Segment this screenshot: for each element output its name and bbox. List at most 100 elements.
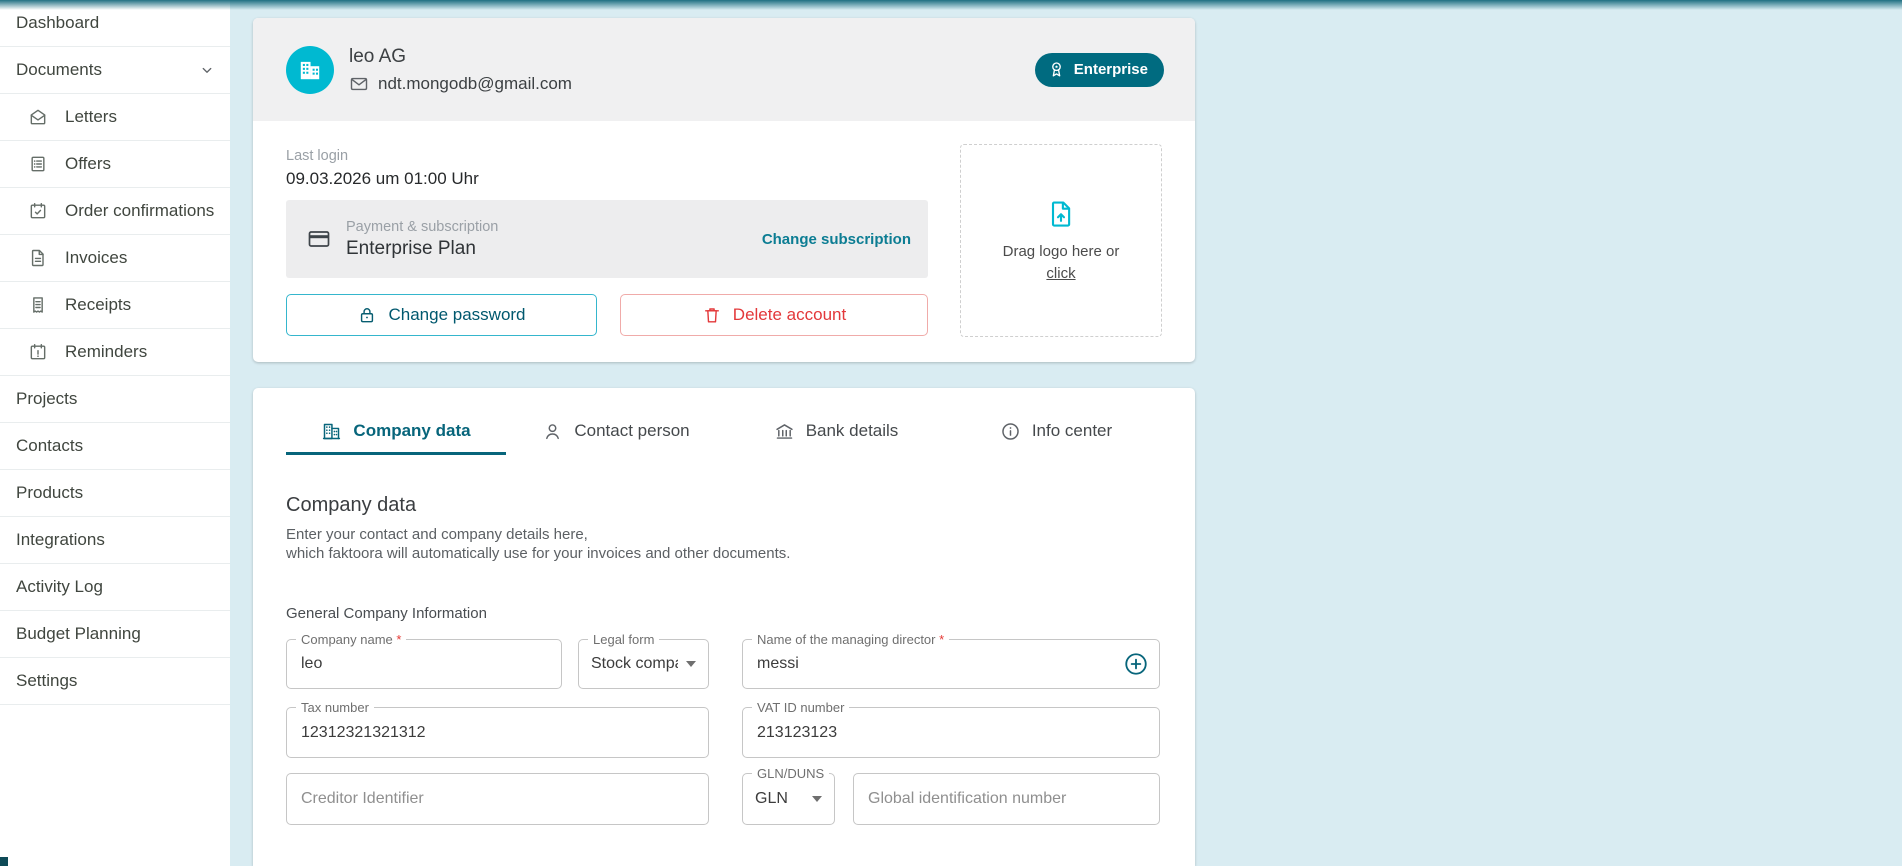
creditor-identifier-input[interactable]: [287, 774, 708, 824]
tab-info-center[interactable]: Info center: [946, 410, 1166, 455]
account-email: ndt.mongodb@gmail.com: [378, 74, 572, 94]
delete-account-label: Delete account: [733, 305, 846, 325]
company-data-description: Enter your contact and company details h…: [286, 525, 790, 563]
account-header: leo AG ndt.mongodb@gmail.com Enterprise: [253, 18, 1195, 121]
person-icon: [542, 421, 563, 442]
gln-duns-field-label: GLN/DUNS: [752, 766, 829, 781]
plan-badge[interactable]: Enterprise: [1035, 53, 1164, 87]
sidebar-item-reminders[interactable]: Reminders: [0, 329, 230, 376]
sidebar-item-offers[interactable]: Offers: [0, 141, 230, 188]
plan-badge-label: Enterprise: [1074, 61, 1148, 78]
company-settings-card: Company data Contact person Bank details…: [253, 388, 1195, 866]
tab-label: Company data: [353, 421, 470, 441]
sidebar-item-products[interactable]: Products: [0, 470, 230, 517]
sidebar-item-invoices[interactable]: Invoices: [0, 235, 230, 282]
account-card: leo AG ndt.mongodb@gmail.com Enterprise …: [253, 18, 1195, 362]
mail-icon: [349, 74, 369, 94]
dropzone-click-link[interactable]: click: [1046, 265, 1075, 282]
sidebar-item-label: Projects: [16, 389, 216, 409]
tab-label: Bank details: [806, 421, 899, 441]
sidebar-item-label: Documents: [16, 60, 198, 80]
dropdown-caret-icon: [686, 661, 696, 667]
tab-contact-person[interactable]: Contact person: [506, 410, 726, 455]
sidebar-item-contacts[interactable]: Contacts: [0, 423, 230, 470]
dropdown-caret-icon: [812, 796, 822, 802]
sidebar-item-label: Integrations: [16, 530, 216, 550]
chevron-down-icon: [198, 61, 216, 79]
file-upload-icon: [1046, 199, 1076, 229]
gln-duns-select[interactable]: GLN/DUNS GLN: [742, 773, 835, 825]
sidebar-item-settings[interactable]: Settings: [0, 658, 230, 705]
company-building-icon: [321, 421, 342, 442]
add-director-button[interactable]: [1123, 651, 1149, 677]
sidebar-item-projects[interactable]: Projects: [0, 376, 230, 423]
sidebar-item-label: Budget Planning: [16, 624, 216, 644]
top-gradient-strip: [0, 0, 1902, 10]
sidebar-item-label: Offers: [65, 154, 216, 174]
receipts-icon: [28, 295, 48, 315]
credit-card-icon: [307, 227, 331, 251]
last-login-value: 09.03.2026 um 01:00 Uhr: [286, 169, 479, 189]
award-ribbon-icon: [1047, 60, 1066, 79]
tab-label: Contact person: [574, 421, 689, 441]
vat-id-input[interactable]: [743, 708, 1159, 757]
offers-icon: [28, 154, 48, 174]
sidebar-item-letters[interactable]: Letters: [0, 94, 230, 141]
global-id-input[interactable]: [854, 774, 1159, 824]
order-confirmations-icon: [28, 201, 48, 221]
payment-plan: Enterprise Plan: [346, 238, 762, 260]
sidebar-item-activity-log[interactable]: Activity Log: [0, 564, 230, 611]
legal-form-select[interactable]: Legal form Stock compa...: [578, 639, 709, 689]
company-identity: leo AG ndt.mongodb@gmail.com: [349, 46, 1035, 94]
last-login-label: Last login: [286, 148, 479, 164]
vat-id-field[interactable]: VAT ID number: [742, 707, 1160, 758]
legal-form-value: Stock compa...: [591, 655, 678, 673]
sidebar-item-label: Invoices: [65, 248, 216, 268]
info-icon: [1000, 421, 1021, 442]
managing-director-field[interactable]: Name of the managing director *: [742, 639, 1160, 689]
letters-icon: [28, 107, 48, 127]
last-login: Last login 09.03.2026 um 01:00 Uhr: [286, 148, 479, 189]
account-actions: Change password Delete account: [286, 294, 928, 336]
tab-company-data[interactable]: Company data: [286, 410, 506, 455]
sidebar-item-label: Order confirmations: [65, 201, 216, 221]
sidebar-item-label: Settings: [16, 671, 216, 691]
sidebar-item-documents[interactable]: Documents: [0, 47, 230, 94]
tab-label: Info center: [1032, 421, 1112, 441]
sidebar-item-label: Activity Log: [16, 577, 216, 597]
gln-duns-value: GLN: [755, 790, 804, 808]
sidebar-item-integrations[interactable]: Integrations: [0, 517, 230, 564]
tax-number-input[interactable]: [287, 708, 708, 757]
sidebar-item-label: Letters: [65, 107, 216, 127]
global-id-field[interactable]: [853, 773, 1160, 825]
change-subscription-link[interactable]: Change subscription: [762, 231, 911, 248]
company-name-input[interactable]: [287, 640, 561, 688]
account-body: Last login 09.03.2026 um 01:00 Uhr Payme…: [253, 121, 1195, 362]
reminders-icon: [28, 342, 48, 362]
managing-director-input[interactable]: [743, 640, 1159, 688]
description-line-1: Enter your contact and company details h…: [286, 525, 790, 544]
lock-icon: [357, 305, 377, 325]
sidebar: Dashboard Documents Letters Offers Order…: [0, 0, 230, 866]
sidebar-item-receipts[interactable]: Receipts: [0, 282, 230, 329]
creditor-identifier-field[interactable]: [286, 773, 709, 825]
company-name-field[interactable]: Company name *: [286, 639, 562, 689]
sidebar-item-label: Products: [16, 483, 216, 503]
sidebar-item-budget-planning[interactable]: Budget Planning: [0, 611, 230, 658]
building-icon: [297, 57, 323, 83]
logo-dropzone[interactable]: Drag logo here or click: [960, 144, 1162, 337]
bank-icon: [774, 421, 795, 442]
sidebar-item-label: Receipts: [65, 295, 216, 315]
trash-icon: [702, 305, 722, 325]
delete-account-button[interactable]: Delete account: [620, 294, 928, 336]
tax-number-field[interactable]: Tax number: [286, 707, 709, 758]
change-password-button[interactable]: Change password: [286, 294, 597, 336]
company-avatar: [286, 46, 334, 94]
email-row: ndt.mongodb@gmail.com: [349, 74, 1035, 94]
tab-bank-details[interactable]: Bank details: [726, 410, 946, 455]
legal-form-field-label: Legal form: [588, 632, 659, 647]
sidebar-item-label: Dashboard: [16, 13, 216, 33]
invoices-icon: [28, 248, 48, 268]
company-data-heading: Company data: [286, 494, 416, 517]
sidebar-item-order-confirmations[interactable]: Order confirmations: [0, 188, 230, 235]
